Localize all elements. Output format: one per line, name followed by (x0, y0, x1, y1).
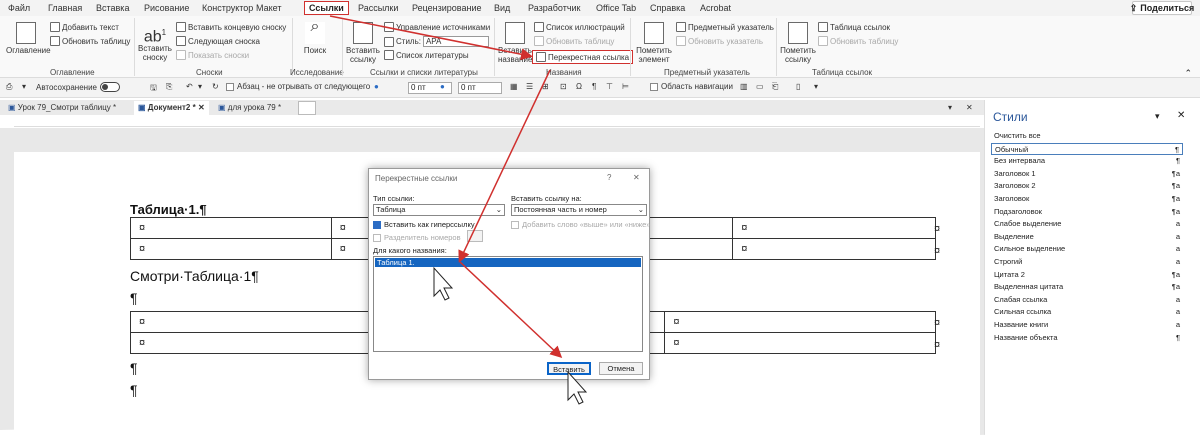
arrow-annotation (329, 15, 533, 61)
mouse-cursor-icon (433, 266, 454, 301)
page-edge (0, 426, 1200, 441)
arrow-annotation (458, 69, 551, 263)
annotation-overlay (329, 15, 588, 405)
arrow-annotation (459, 261, 563, 359)
mouse-cursor-icon (567, 370, 588, 405)
